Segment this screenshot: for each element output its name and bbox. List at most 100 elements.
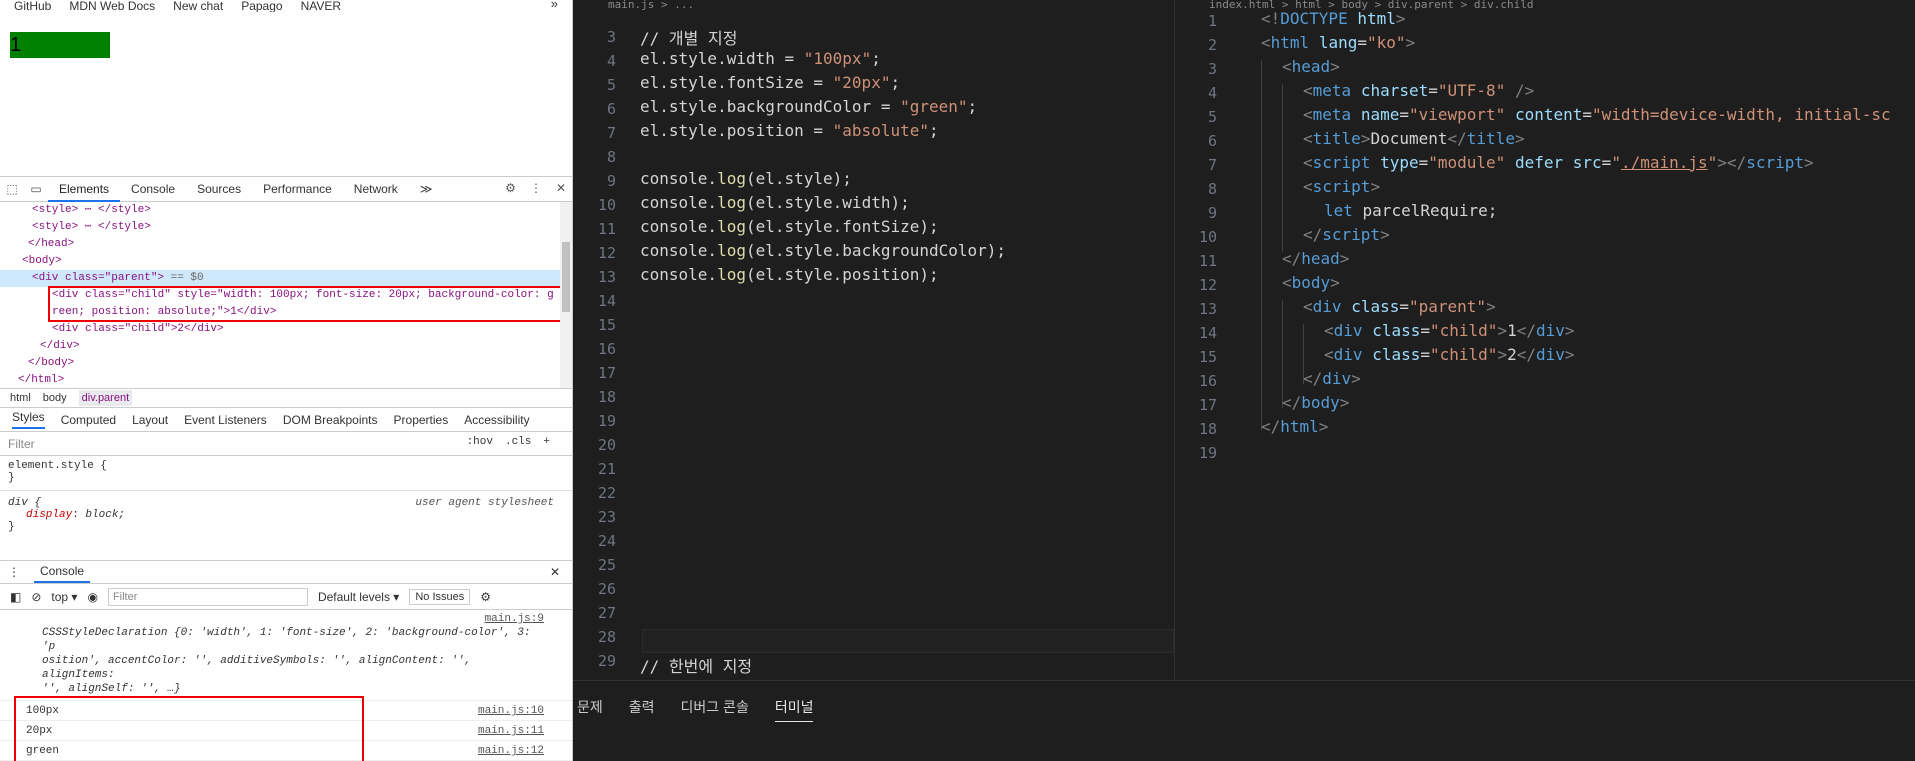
line-number: 1 [1207,12,1217,30]
code-line: <div class="child">2</div> [1324,345,1575,364]
line-number: 25 [597,556,616,574]
tab-output[interactable]: 출력 [629,697,655,722]
new-rule-icon[interactable]: + [543,436,550,448]
crumb-div-parent[interactable]: div.parent [78,390,133,406]
tab-network[interactable]: Network [343,177,409,202]
dom-line[interactable]: </body> [0,355,572,372]
clear-console-icon[interactable]: ⊘ [31,590,41,604]
tab-debug-console[interactable]: 디버그 콘솔 [681,697,749,722]
line-number: 7 [606,124,616,142]
rule-val: block; [85,509,126,521]
line-number: 26 [597,580,616,598]
log-source[interactable]: main.js:11 [478,723,544,739]
rule-source: user agent stylesheet [415,497,554,509]
rule-prop: display [26,509,73,521]
code-line: <body> [1282,273,1340,292]
issues-button[interactable]: No Issues [409,588,471,605]
tab-dom-breakpoints[interactable]: DOM Breakpoints [283,413,378,427]
sidebar-toggle-icon[interactable]: ◧ [10,590,21,604]
tab-layout[interactable]: Layout [132,413,168,427]
code-line: </div> [1303,369,1361,388]
eye-icon[interactable]: ◉ [87,590,97,604]
line-number: 24 [597,532,616,550]
tab-elements[interactable]: Elements [48,177,121,202]
code-line: console.log(el.style); [640,169,852,188]
indent-guide [1282,84,1283,252]
console-filter-input[interactable]: Filter [107,587,308,606]
bookmarks-more-icon[interactable]: » [551,0,558,10]
close-drawer-icon[interactable]: ✕ [550,565,560,579]
console-settings-icon[interactable]: ⚙ [480,590,491,604]
bookmarks-bar: GitHub MDN Web Docs New chat Papago NAVE… [0,0,572,12]
log-source[interactable]: main.js:10 [478,703,544,719]
log-source[interactable]: main.js:12 [478,743,544,759]
close-devtools-icon[interactable]: ✕ [556,181,566,195]
tab-console-drawer[interactable]: Console [34,561,91,583]
kebab-menu-icon[interactable]: ⋮ [530,181,542,195]
drawer-menu-icon[interactable]: ⋮ [8,565,20,579]
device-toggle-icon[interactable]: ▭ [24,182,48,196]
line-number: 8 [1207,180,1217,198]
bookmark-github[interactable]: GitHub [14,0,51,12]
line-number: 22 [597,484,616,502]
code-line: <meta charset="UTF-8" /> [1303,81,1535,100]
line-number: 19 [597,412,616,430]
tab-properties[interactable]: Properties [394,413,449,427]
rule-element-style[interactable]: element.style { [8,460,564,472]
dom-line-selected[interactable]: <div class="parent"> == $0 [0,270,572,287]
tab-styles[interactable]: Styles [12,410,45,429]
line-number: 13 [1198,300,1217,318]
editor-main-js[interactable]: main.js > ... 3 4 5 6 7 8 9 10 11 12 13 14 15 16 17 18 1… [574,0,1174,680]
levels-select[interactable]: Default levels ▾ [318,590,399,604]
indent-guide [1282,300,1283,408]
dom-line[interactable]: </head> [0,236,572,253]
cls-toggle[interactable]: .cls [505,436,531,448]
tab-accessibility[interactable]: Accessibility [464,413,529,427]
tab-event-listeners[interactable]: Event Listeners [184,413,267,427]
hov-toggle[interactable]: :hov [467,436,493,448]
crumb-html[interactable]: html [10,392,31,404]
line-number: 10 [1198,228,1217,246]
page-preview: 1 [0,12,572,176]
code-line: el.style.backgroundColor = "green"; [640,97,978,116]
settings-icon[interactable]: ⚙ [505,181,516,195]
log-object-row[interactable]: main.js:9 CSSStyleDeclaration {0: 'width… [0,610,572,701]
dom-line[interactable]: <style> ⋯ </style> [0,219,572,236]
crumb-body[interactable]: body [43,392,67,404]
dom-line[interactable]: <style> ⋯ </style> [0,202,572,219]
dom-line[interactable]: <body> [0,253,572,270]
child-box-1: 1 [10,32,110,58]
tab-computed[interactable]: Computed [61,413,116,427]
bookmark-mdn[interactable]: MDN Web Docs [69,0,155,12]
editor-index-html[interactable]: index.html > html > body > div.parent > … [1174,0,1915,680]
context-select[interactable]: top ▾ [51,590,77,604]
log-object-line: '', alignSelf: '', …} [42,683,181,695]
elements-scrollbar[interactable] [560,202,572,388]
bookmark-new-chat[interactable]: New chat [173,0,223,12]
dom-line[interactable]: </html> [0,372,572,388]
dom-line[interactable]: <div class="child">2</div> [0,321,572,338]
current-line-highlight [642,629,1174,653]
line-number: 7 [1207,156,1217,174]
bookmark-papago[interactable]: Papago [241,0,282,12]
dom-line[interactable]: </div> [0,338,572,355]
tab-console[interactable]: Console [120,177,186,202]
tab-problems[interactable]: 문제 [577,697,603,722]
bookmark-naver[interactable]: NAVER [301,0,341,12]
line-number: 10 [597,196,616,214]
code-line: <head> [1282,57,1340,76]
code-line: <meta name="viewport" content="width=dev… [1303,105,1891,124]
log-source[interactable]: main.js:9 [485,612,544,626]
inspect-icon[interactable]: ⬚ [0,182,24,196]
line-number: 29 [597,652,616,670]
tab-performance[interactable]: Performance [252,177,343,202]
line-number: 13 [597,268,616,286]
tab-terminal[interactable]: 터미널 [774,697,814,722]
line-number: 15 [1198,348,1217,366]
tab-sources[interactable]: Sources [186,177,252,202]
more-tabs-icon[interactable]: ≫ [409,177,444,202]
code-line: <script type="module" defer src="./main.… [1303,153,1814,172]
line-number: 3 [606,28,616,46]
line-number: 27 [597,604,616,622]
styles-filter-input[interactable]: Filter [8,437,35,451]
